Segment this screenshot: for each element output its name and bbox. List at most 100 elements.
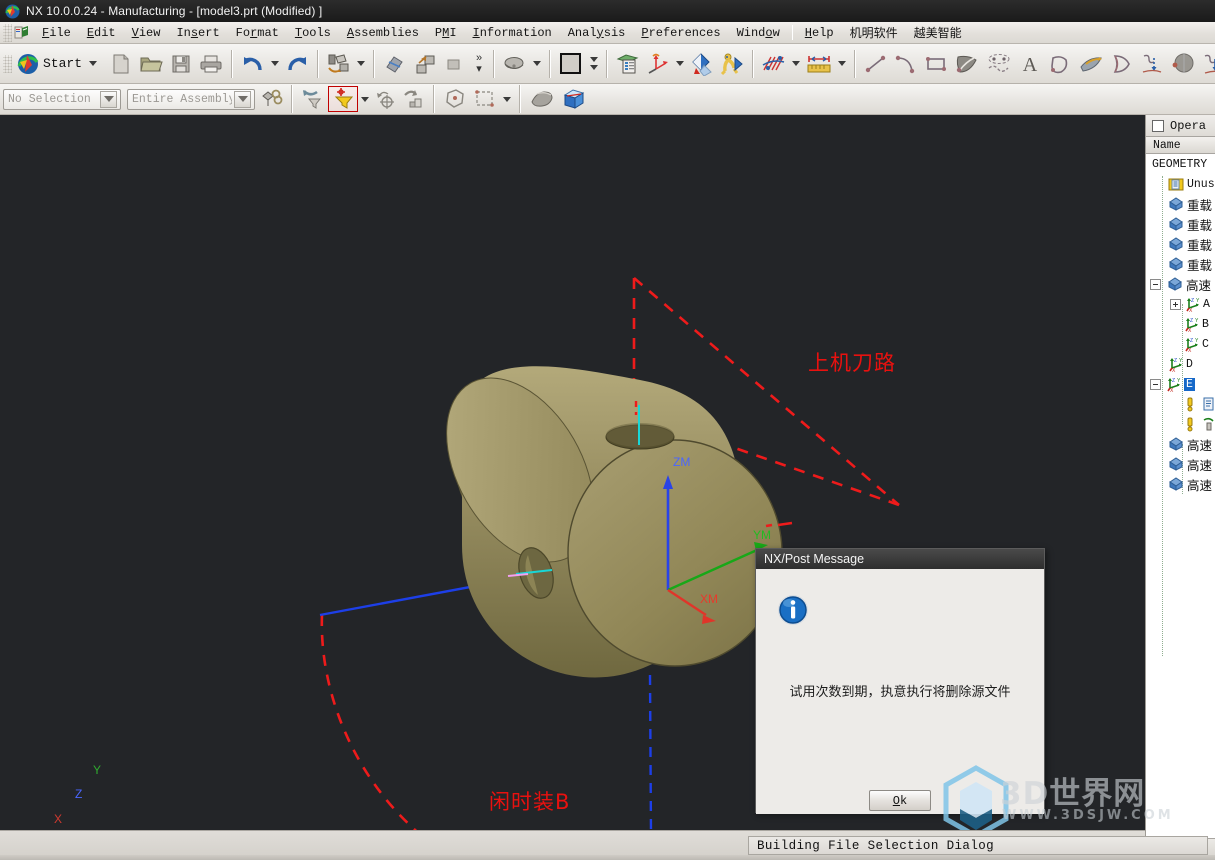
measure-button[interactable] [803, 48, 835, 80]
open-file-button[interactable] [136, 48, 166, 80]
tree-item-workpiece-2[interactable]: 重载 [1146, 214, 1215, 234]
tree-item-mcs-e[interactable]: Z Y X E [1146, 374, 1215, 394]
checkbox-icon[interactable] [1152, 119, 1164, 132]
collapse-minus-icon[interactable] [1150, 278, 1161, 290]
application-dropdown-icon[interactable] [357, 61, 366, 66]
surface-button[interactable] [951, 48, 983, 80]
menu-pmi[interactable]: PMI [427, 24, 465, 42]
offset-curve-button[interactable] [1199, 48, 1215, 80]
measure-dropdown-icon[interactable] [838, 61, 847, 66]
project-curve-button[interactable] [1137, 48, 1167, 80]
operation-tree[interactable]: GEOMETRY Unus 重载 重载 重载 重载 高速 Z Y X A Z Y… [1146, 154, 1215, 844]
menu-information[interactable]: Information [465, 24, 560, 42]
extrude-button[interactable] [1045, 48, 1075, 80]
start-menu-button[interactable]: Start [14, 51, 106, 77]
zoom-fit-button[interactable] [500, 48, 530, 80]
render-style-dropdown-icon[interactable] [590, 57, 599, 62]
tree-column-header[interactable]: Name [1146, 137, 1215, 154]
sheet-body-button[interactable] [1075, 48, 1107, 80]
tree-item-highspeed-3[interactable]: 高速 [1146, 454, 1215, 474]
menu-tools[interactable]: Tools [287, 24, 339, 42]
collapse-minus-icon[interactable] [1150, 378, 1161, 390]
intersect-button[interactable] [1167, 48, 1199, 80]
move-component-button[interactable] [410, 48, 440, 80]
toolbar-spacer-button[interactable] [440, 48, 470, 80]
tree-item-workpiece-4[interactable]: 重载 [1146, 254, 1215, 274]
menu-jiming-software[interactable]: 机明软件 [842, 22, 906, 43]
snap-point-filter-button[interactable] [328, 86, 358, 112]
wcs-orient-button[interactable] [643, 48, 673, 80]
rectangle-button[interactable] [921, 48, 951, 80]
menu-grip-handle[interactable] [3, 23, 12, 42]
tree-item-workpiece-1[interactable]: 重载 [1146, 194, 1215, 214]
operation-navigator-tab[interactable]: Opera [1146, 115, 1215, 137]
tree-item-operation-2[interactable] [1146, 414, 1215, 434]
new-file-button[interactable] [106, 48, 136, 80]
application-switch-button[interactable] [324, 48, 354, 80]
wcs-dropdown-icon[interactable] [676, 61, 685, 66]
menu-edit[interactable]: Edit [79, 24, 124, 42]
tree-item-highspeed-4[interactable]: 高速 [1146, 474, 1215, 494]
toolbar-overflow-button[interactable]: » ▾ [470, 47, 488, 81]
selection-scope-combo[interactable]: Entire Assembly [127, 88, 255, 110]
fit-view-dropdown-icon[interactable] [533, 61, 542, 66]
redo-button[interactable] [282, 48, 312, 80]
render-wireframe-button[interactable] [558, 86, 590, 112]
nx-post-message-dialog[interactable]: NX/Post Message 试用次数到期，执意执行将删除源文件 Ok [755, 548, 1045, 814]
arc-button[interactable] [891, 48, 921, 80]
rectangle-select-button[interactable] [470, 86, 500, 112]
tree-item-mcs-a[interactable]: Z Y X A [1146, 294, 1215, 314]
render-shaded-button[interactable] [526, 86, 558, 112]
menu-assemblies[interactable]: Assemblies [339, 24, 427, 42]
undo-button[interactable] [238, 48, 268, 80]
transform-button[interactable] [380, 48, 410, 80]
rect-select-dropdown-icon[interactable] [503, 96, 511, 102]
tree-item-mcs-c[interactable]: Z Y X C [1146, 334, 1215, 354]
point-constructor-button[interactable] [372, 86, 400, 112]
menu-preferences[interactable]: Preferences [633, 24, 728, 42]
render-style-button[interactable] [556, 48, 586, 80]
analysis-dropdown-icon[interactable] [792, 61, 801, 66]
expand-plus-icon[interactable] [1170, 298, 1181, 310]
chevron-down-icon[interactable] [234, 90, 251, 108]
tree-item-workpiece-3[interactable]: 重载 [1146, 234, 1215, 254]
sketch-curve-button[interactable] [983, 48, 1015, 80]
tree-root-geometry[interactable]: GEOMETRY [1146, 154, 1215, 174]
menu-insert[interactable]: Insert [168, 24, 227, 42]
chevron-down-icon[interactable] [100, 90, 117, 108]
layer-settings-button[interactable] [613, 48, 643, 80]
tree-item-operation-1[interactable] [1146, 394, 1215, 414]
undo-dropdown-icon[interactable] [271, 61, 280, 66]
save-button[interactable] [166, 48, 196, 80]
layers-icon [616, 53, 639, 73]
face-select-button[interactable] [440, 86, 470, 112]
trim-sheet-button[interactable] [1107, 48, 1137, 80]
text-button[interactable]: A [1015, 48, 1045, 80]
line-button[interactable] [861, 48, 891, 80]
select-feature-button[interactable] [258, 86, 286, 112]
render-style-more-icon[interactable] [590, 65, 599, 70]
select-feature-icon [262, 89, 283, 106]
general-selection-filter-button[interactable] [298, 86, 328, 112]
tree-item-mcs-b[interactable]: Z Y X B [1146, 314, 1215, 334]
snap-filter-dropdown-icon[interactable] [361, 96, 369, 102]
tree-item-highspeed-1[interactable]: 高速 [1146, 274, 1215, 294]
toolbar-grip-1[interactable] [3, 54, 12, 73]
tree-item-highspeed-2[interactable]: 高速 [1146, 434, 1215, 454]
tree-item-unused[interactable]: Unus [1146, 174, 1215, 194]
dialog-ok-button[interactable]: Ok [869, 790, 931, 811]
motion-sim-button[interactable] [717, 48, 747, 80]
menu-window[interactable]: Window [729, 24, 788, 42]
menu-file[interactable]: File [34, 24, 79, 42]
menu-analysis[interactable]: Analysis [560, 24, 634, 42]
menu-view[interactable]: View [124, 24, 169, 42]
print-button[interactable] [196, 48, 226, 80]
menu-help[interactable]: Help [797, 24, 842, 42]
selection-filter-combo[interactable]: No Selection Fil [3, 88, 121, 110]
visualization-button[interactable] [687, 48, 717, 80]
snap-curve-button[interactable] [400, 86, 428, 112]
tree-item-mcs-d[interactable]: Z Y X D [1146, 354, 1215, 374]
analysis-button[interactable] [759, 48, 789, 80]
menu-yuemei-intelligent[interactable]: 越美智能 [906, 22, 970, 43]
menu-format[interactable]: Format [228, 24, 287, 42]
